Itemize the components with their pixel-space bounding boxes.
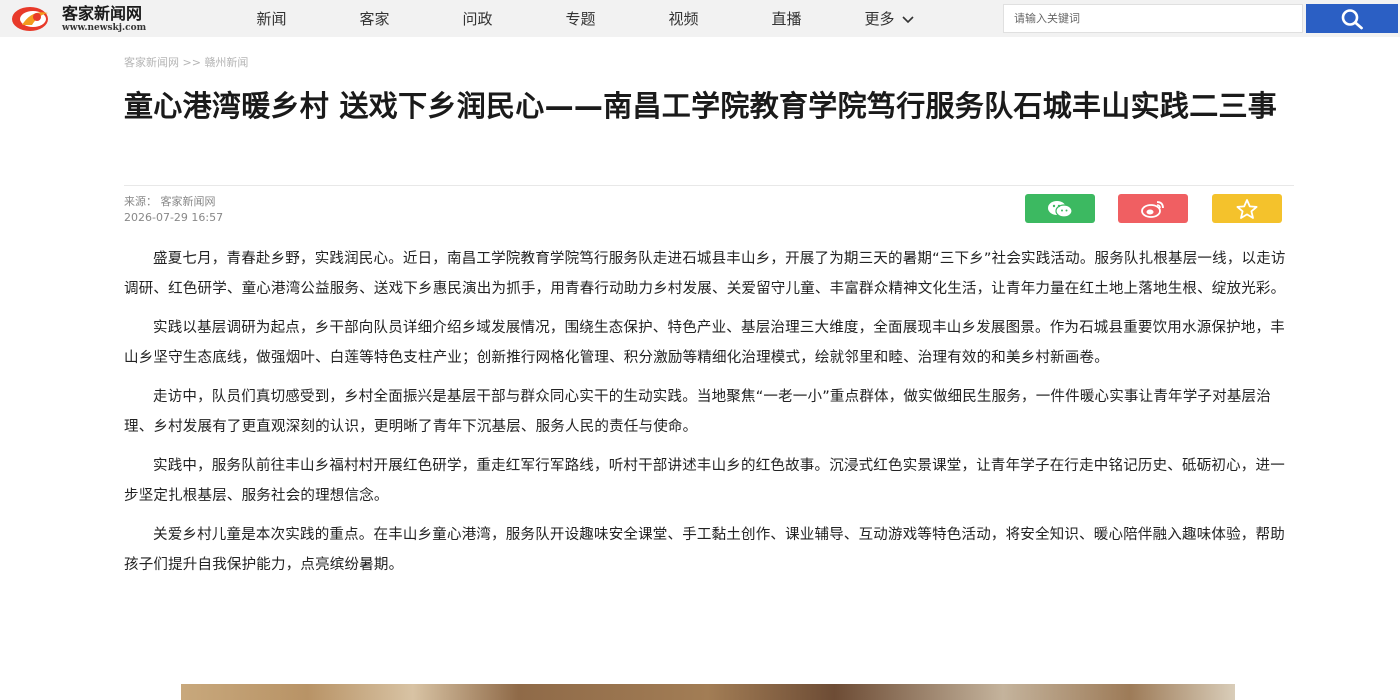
nav-item-live[interactable]: 直播 — [735, 8, 838, 29]
share-wechat-button[interactable] — [1025, 194, 1095, 223]
top-nav-bar: 客家新闻网 www.newskj.com 新闻 客家 问政 专题 视频 直播 更… — [0, 0, 1400, 37]
source-label: 来源： — [124, 195, 157, 208]
nav-more-label: 更多 — [864, 10, 895, 28]
article-meta: 来源： 客家新闻网 2026-07-29 16:57 — [124, 194, 223, 226]
share-weibo-button[interactable] — [1118, 194, 1188, 223]
title-divider — [124, 185, 1294, 186]
article-paragraph: 走访中，队员们真切感受到，乡村全面振兴是基层干部与群众同心实干的生动实践。当地聚… — [124, 389, 1271, 435]
chevron-down-icon — [901, 15, 914, 23]
nav-item-topics[interactable]: 专题 — [529, 8, 632, 29]
breadcrumb-section-link[interactable]: 赣州新闻 — [204, 56, 248, 69]
source-name: 客家新闻网 — [160, 195, 216, 208]
weibo-icon — [1141, 200, 1164, 218]
main-nav: 新闻 客家 问政 专题 视频 直播 更多 — [220, 0, 941, 37]
nav-item-video[interactable]: 视频 — [632, 8, 735, 29]
nav-item-wenzheng[interactable]: 问政 — [426, 8, 529, 29]
article-paragraph: 盛夏七月，青春赴乡野，实践润民心。近日，南昌工学院教育学院笃行服务队走进石城县丰… — [124, 251, 1286, 297]
article-photo — [181, 684, 1235, 700]
search-icon — [1341, 8, 1363, 29]
breadcrumb-separator: >> — [182, 56, 201, 69]
publish-datetime: 2026-07-29 16:57 — [124, 211, 224, 224]
nav-item-news[interactable]: 新闻 — [220, 8, 323, 29]
nav-item-more[interactable]: 更多 — [838, 8, 941, 29]
breadcrumb-home-link[interactable]: 客家新闻网 — [124, 56, 179, 69]
logo-name: 客家新闻网 — [62, 3, 143, 23]
logo-url: www.newskj.com — [62, 22, 147, 33]
article-paragraph: 实践中，服务队前往丰山乡福村村开展红色研学，重走红军行军路线，听村干部讲述丰山乡… — [124, 458, 1285, 504]
favorite-button[interactable] — [1212, 194, 1282, 223]
star-icon — [1236, 198, 1258, 219]
wechat-icon — [1048, 200, 1073, 218]
article-paragraph: 实践以基层调研为起点，乡干部向队员详细介绍乡域发展情况，围绕生态保护、特色产业、… — [124, 320, 1285, 366]
search-input[interactable] — [1003, 4, 1303, 33]
nav-item-hakka[interactable]: 客家 — [323, 8, 426, 29]
article-body: 盛夏七月，青春赴乡野，实践润民心。近日，南昌工学院教育学院笃行服务队走进石城县丰… — [124, 244, 1294, 589]
site-logo[interactable]: 客家新闻网 www.newskj.com — [10, 4, 146, 34]
search-button[interactable] — [1306, 4, 1398, 33]
article-paragraph: 关爱乡村儿童是本次实践的重点。在丰山乡童心港湾，服务队开设趣味安全课堂、手工黏土… — [124, 527, 1285, 573]
logo-icon — [12, 7, 48, 31]
article-title: 童心港湾暖乡村 送戏下乡润民心——南昌工学院教育学院笃行服务队石城丰山实践二三事 — [124, 89, 1278, 123]
breadcrumb: 客家新闻网 >> 赣州新闻 — [124, 54, 248, 70]
